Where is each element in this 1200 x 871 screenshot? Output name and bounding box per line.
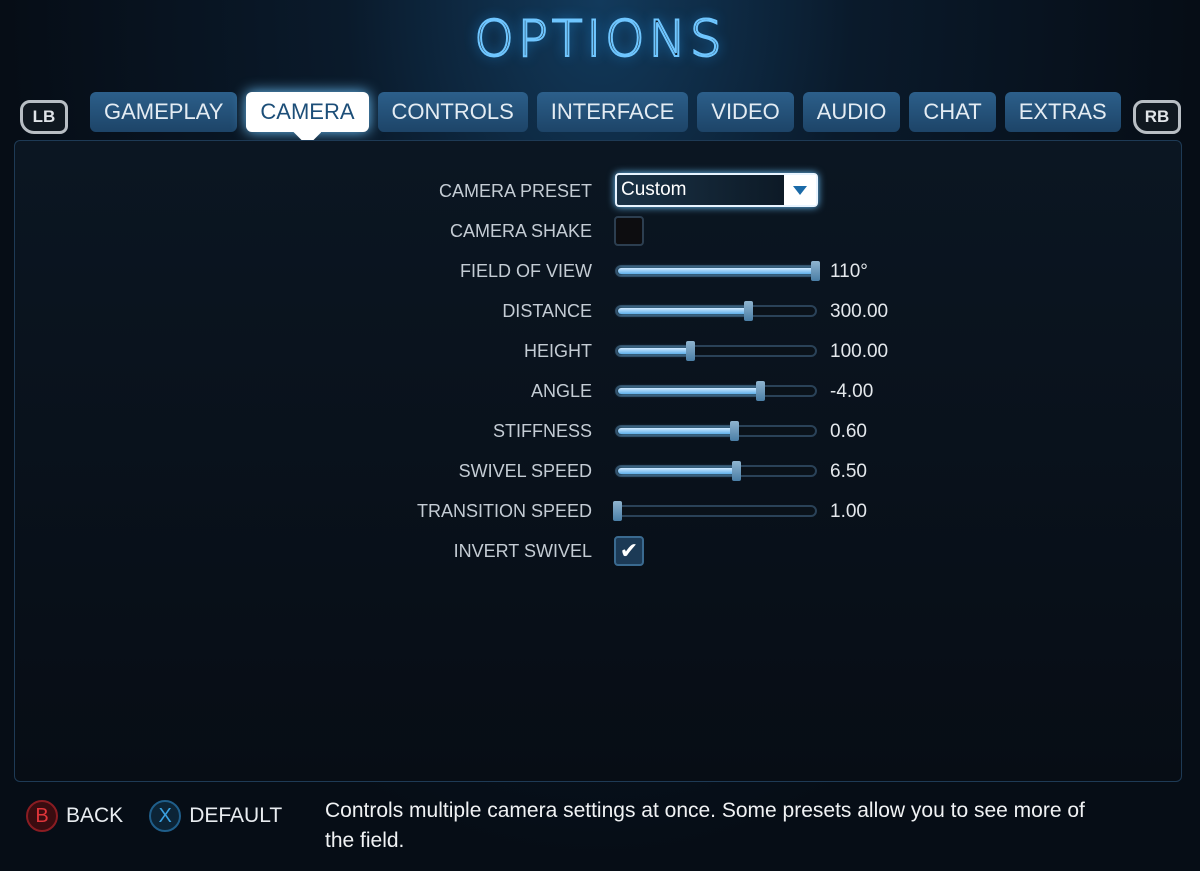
- tab-label: GAMEPLAY: [104, 99, 224, 124]
- slider-track[interactable]: [615, 461, 817, 481]
- slider-track[interactable]: [615, 381, 817, 401]
- slider-thumb[interactable]: [613, 501, 622, 521]
- slider-thumb[interactable]: [731, 461, 741, 481]
- tab-gameplay[interactable]: GAMEPLAY: [90, 92, 238, 132]
- setting-label: CAMERA PRESET: [438, 181, 592, 201]
- slider-value: 0.60: [830, 421, 867, 442]
- slider-fill: [618, 308, 749, 314]
- camera-shake-checkbox[interactable]: [614, 216, 644, 246]
- slider-thumb[interactable]: [729, 421, 739, 441]
- invert-swivel-checkbox[interactable]: ✔: [614, 536, 644, 566]
- slider-fill: [618, 268, 816, 274]
- setting-label: HEIGHT: [523, 341, 592, 361]
- lb-button[interactable]: LB: [20, 100, 68, 134]
- page-title: OPTIONS: [473, 9, 726, 69]
- camera-preset-row: CAMERA PRESET Custom: [0, 173, 1200, 207]
- slider-thumb[interactable]: [686, 341, 696, 361]
- tab-label: CONTROLS: [391, 99, 514, 124]
- tab-label: INTERFACE: [550, 99, 675, 124]
- tab-chat[interactable]: CHAT: [909, 92, 996, 132]
- dropdown-arrow-icon: [784, 175, 816, 205]
- checkmark-icon: ✔: [619, 538, 639, 563]
- slider-thumb[interactable]: [755, 381, 765, 401]
- slider-fill: [618, 388, 761, 394]
- back-button[interactable]: BACK: [66, 804, 123, 828]
- tab-extras[interactable]: EXTRAS: [1004, 92, 1121, 132]
- tab-camera[interactable]: CAMERA: [246, 92, 369, 146]
- setting-label: INVERT SWIVEL: [453, 541, 592, 561]
- setting-label: DISTANCE: [502, 301, 592, 321]
- slider-track[interactable]: [615, 261, 820, 281]
- camera-shake-row: CAMERA SHAKE: [0, 216, 1200, 246]
- x-button-icon: X: [149, 800, 182, 832]
- slider-row: TRANSITION SPEED 1.00: [0, 496, 1200, 526]
- slider-row: ANGLE -4.00: [0, 376, 1200, 406]
- tab-audio[interactable]: AUDIO: [802, 92, 901, 132]
- slider-row: DISTANCE 300.00: [0, 296, 1200, 326]
- default-button[interactable]: DEFAULT: [189, 804, 282, 828]
- b-button-icon: B: [26, 800, 58, 832]
- slider-row: SWIVEL SPEED 6.50: [0, 456, 1200, 486]
- slider-track[interactable]: [613, 501, 817, 521]
- slider-fill: [618, 468, 737, 474]
- slider-row: FIELD OF VIEW 110°: [0, 256, 1200, 286]
- footer-actions: B BACK X DEFAULT: [26, 800, 282, 832]
- tab-controls[interactable]: CONTROLS: [377, 92, 528, 132]
- setting-description: Controls multiple camera settings at onc…: [325, 799, 1085, 852]
- slider-value: 110°: [830, 261, 868, 282]
- tab-label: CAMERA: [260, 99, 355, 124]
- tab-label: VIDEO: [711, 99, 780, 124]
- tab-interface[interactable]: INTERFACE: [536, 92, 689, 132]
- slider-value: 1.00: [830, 501, 867, 522]
- slider-value: 300.00: [830, 301, 889, 322]
- slider-row: HEIGHT 100.00: [0, 336, 1200, 366]
- slider-thumb[interactable]: [811, 261, 820, 281]
- rb-button[interactable]: RB: [1133, 100, 1181, 134]
- tab-bar: GAMEPLAY CAMERA CONTROLS INTERFACE VIDEO…: [90, 92, 1121, 146]
- dropdown-value: Custom: [621, 179, 687, 200]
- slider-fill: [618, 428, 735, 434]
- camera-preset-dropdown[interactable]: Custom: [615, 173, 818, 207]
- slider-value: 100.00: [830, 341, 889, 362]
- invert-swivel-row: INVERT SWIVEL ✔: [0, 536, 1200, 566]
- setting-label: SWIVEL SPEED: [458, 461, 592, 481]
- tab-label: CHAT: [923, 99, 982, 124]
- slider-track[interactable]: [615, 341, 817, 361]
- tab-label: EXTRAS: [1018, 99, 1107, 124]
- slider-value: 6.50: [830, 461, 867, 482]
- setting-label: CAMERA SHAKE: [449, 221, 592, 241]
- slider-track[interactable]: [615, 421, 817, 441]
- setting-label: STIFFNESS: [492, 421, 592, 441]
- setting-label: TRANSITION SPEED: [416, 501, 592, 521]
- slider-thumb[interactable]: [743, 301, 753, 321]
- tab-label: AUDIO: [816, 99, 887, 124]
- slider-row: STIFFNESS 0.60: [0, 416, 1200, 446]
- slider-track[interactable]: [615, 301, 817, 321]
- slider-fill: [618, 348, 692, 354]
- setting-label: ANGLE: [530, 381, 592, 401]
- slider-value: -4.00: [830, 381, 874, 402]
- setting-label: FIELD OF VIEW: [459, 261, 592, 281]
- tab-video[interactable]: VIDEO: [697, 92, 794, 132]
